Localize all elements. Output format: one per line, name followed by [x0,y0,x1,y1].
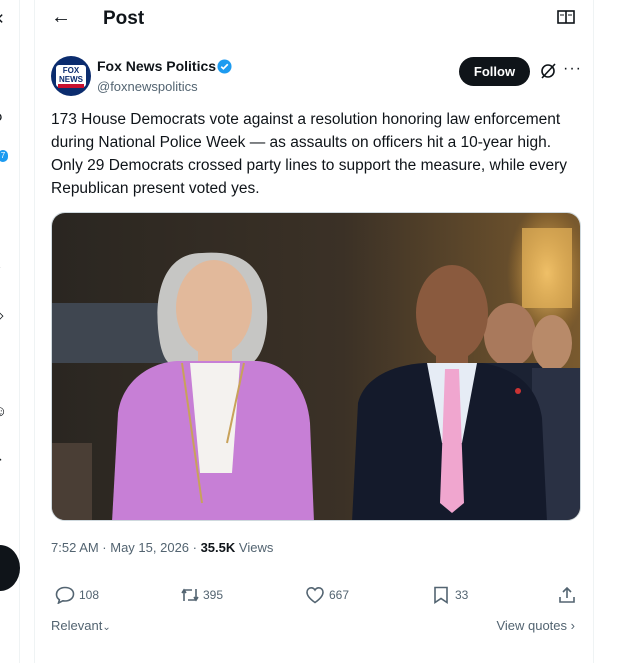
author-handle[interactable]: @foxnewspolitics [97,79,198,94]
verified-badge-icon [217,59,232,74]
grok-nav-icon[interactable]: ◔ [0,210,8,226]
repost-icon [181,588,199,602]
reply-sort-dropdown[interactable]: Relevant⌄ [51,618,111,633]
views-label: Views [235,540,274,555]
view-quotes-label: View quotes [496,618,568,633]
post-meta: 7:52 AM · May 15, 2026 · 35.5K Views [51,540,273,555]
like-button[interactable]: 667 [305,584,365,606]
heart-icon [306,586,324,604]
post-text: 173 House Democrats vote against a resol… [51,111,568,197]
bookmark-count: 33 [455,588,469,602]
author-name[interactable]: Fox News Politics [97,58,216,74]
view-count: 35.5K [200,540,236,555]
reply-icon [55,586,75,604]
reply-count: 108 [79,588,100,602]
lists-icon[interactable]: ◇ [0,308,8,324]
bookmark-button[interactable]: 33 [431,584,481,606]
home-icon[interactable]: ⌂ [0,68,8,84]
post-column: ← Post FOX NEWS Fox News Politics @foxnew… [34,0,594,663]
repost-count: 395 [203,588,224,602]
more-options-icon[interactable]: ··· [563,60,582,78]
share-button[interactable] [557,584,579,606]
share-icon [559,586,575,603]
bookmarks-nav-icon[interactable]: ▯ [0,356,8,372]
like-count: 667 [329,588,350,602]
post-compose-button[interactable] [0,545,20,591]
chevron-down-icon: ⌄ [102,622,111,633]
chevron-right-icon: › [570,618,575,633]
follow-button[interactable]: Follow [459,57,530,86]
explore-icon[interactable]: ⚲ [0,112,8,128]
page-title: Post [103,8,145,29]
bookmark-icon [434,586,448,604]
repost-button[interactable]: 395 [179,584,239,606]
communities-icon[interactable]: ☺ [0,404,8,420]
left-nav-rail: ✕ ⌂ ⚲ 7 ◔ ◌ ◇ ▯ ☺ ⌃ ○ [0,0,20,663]
view-quotes-link[interactable]: View quotes › [496,618,575,633]
notifications-badge[interactable]: 7 [0,150,8,162]
premium-icon[interactable]: ⌃ [0,456,8,472]
action-bar: 108 395 667 33 [51,584,581,606]
x-logo-icon[interactable]: ✕ [0,12,8,28]
grok-icon[interactable] [539,62,557,80]
reply-sort-label: Relevant [51,618,103,633]
profile-icon[interactable]: ○ [0,504,8,520]
avatar[interactable]: FOX NEWS [51,56,91,96]
messages-icon[interactable]: ◌ [0,260,8,276]
top-bar: ← Post [35,0,595,40]
reader-mode-icon[interactable] [557,10,575,24]
post-photo[interactable] [51,212,581,521]
fox-news-logo: FOX NEWS [59,66,83,84]
reply-button[interactable]: 108 [55,584,115,606]
post-timestamp[interactable]: 7:52 AM · May 15, 2026 · [51,540,201,555]
back-arrow-icon[interactable]: ← [51,6,71,29]
